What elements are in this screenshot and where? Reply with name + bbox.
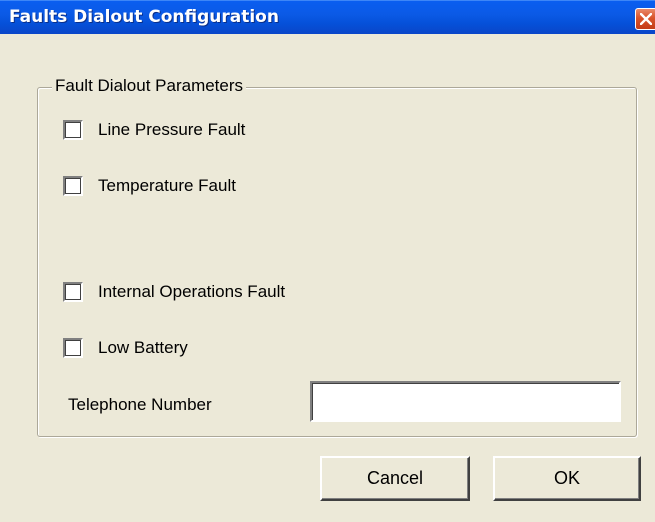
- group-legend: Fault Dialout Parameters: [52, 76, 247, 96]
- cancel-button[interactable]: Cancel: [320, 456, 470, 501]
- faults-dialout-dialog: Faults Dialout Configuration Fault Dialo…: [0, 0, 655, 522]
- temperature-fault-label[interactable]: Temperature Fault: [98, 176, 236, 196]
- temperature-fault-checkbox[interactable]: [63, 176, 83, 196]
- close-button[interactable]: [635, 8, 655, 30]
- line-pressure-fault-label[interactable]: Line Pressure Fault: [98, 120, 245, 140]
- low-battery-checkbox[interactable]: [63, 338, 83, 358]
- internal-operations-fault-checkbox[interactable]: [63, 282, 83, 302]
- line-pressure-fault-checkbox-row[interactable]: Line Pressure Fault: [63, 118, 245, 142]
- telephone-number-label: Telephone Number: [68, 395, 212, 414]
- internal-operations-fault-checkbox-row[interactable]: Internal Operations Fault: [63, 280, 285, 304]
- title-bar[interactable]: Faults Dialout Configuration: [0, 0, 655, 34]
- low-battery-checkbox-row[interactable]: Low Battery: [63, 336, 188, 360]
- telephone-number-input[interactable]: [310, 381, 621, 422]
- low-battery-label[interactable]: Low Battery: [98, 338, 188, 358]
- window-title: Faults Dialout Configuration: [9, 7, 279, 27]
- temperature-fault-checkbox-row[interactable]: Temperature Fault: [63, 174, 236, 198]
- internal-operations-fault-label[interactable]: Internal Operations Fault: [98, 282, 285, 302]
- line-pressure-fault-checkbox[interactable]: [63, 120, 83, 140]
- ok-button[interactable]: OK: [493, 456, 641, 501]
- close-icon: [640, 13, 652, 25]
